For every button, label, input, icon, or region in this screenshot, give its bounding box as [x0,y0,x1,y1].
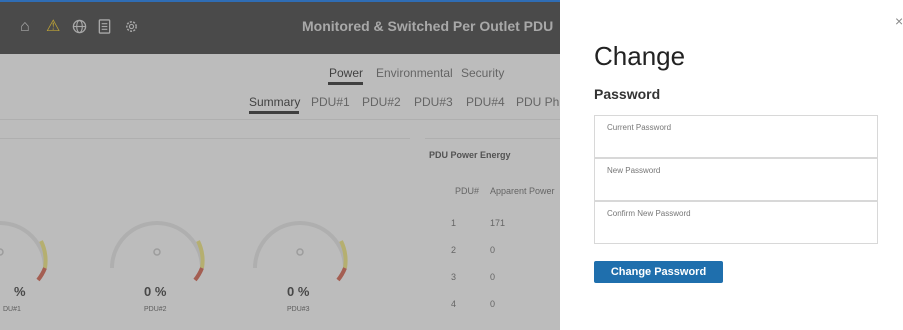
confirm-password-input[interactable] [607,224,871,237]
new-password-field[interactable]: New Password [594,158,878,201]
new-password-input[interactable] [607,181,871,194]
field-label: New Password [607,166,661,175]
modal-backdrop[interactable] [0,0,560,330]
current-password-field[interactable]: Current Password [594,115,878,158]
modal-subtitle: Password [594,86,661,102]
change-password-button[interactable]: Change Password [594,261,723,283]
field-label: Confirm New Password [607,209,691,218]
change-password-modal: × Change Password Current Password New P… [560,0,903,330]
close-icon[interactable]: × [895,14,903,28]
modal-title: Change [594,41,686,71]
current-password-input[interactable] [607,138,871,151]
confirm-password-field[interactable]: Confirm New Password [594,201,878,244]
field-label: Current Password [607,123,672,132]
